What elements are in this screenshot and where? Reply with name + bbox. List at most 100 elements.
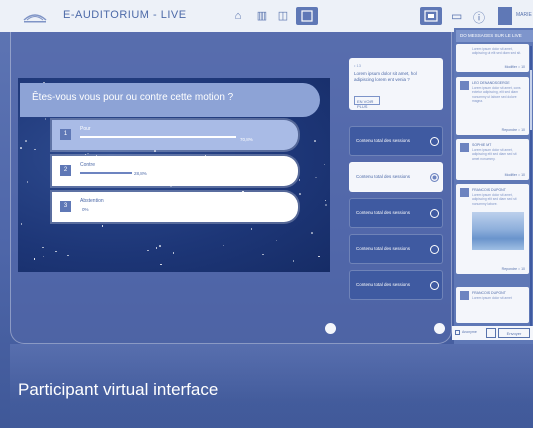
result-bar [80,136,236,138]
user-name[interactable]: MARIE [516,12,532,18]
logo-icon [23,14,47,23]
radio-icon[interactable] [430,281,439,290]
topic-item[interactable]: Contenu total des sessions [349,234,443,264]
topic-label: Contenu total des sessions [356,246,411,251]
message-actions[interactable]: Repondre ○ 10 [502,128,525,132]
chat-message: Lorem ipsum dolor sit amet, adipiscing u… [456,44,529,72]
topic-label: Contenu total des sessions [356,210,411,215]
message-actions[interactable]: Modifier ○ 10 [505,173,525,177]
avatar[interactable] [498,7,512,25]
topic-item[interactable]: Contenu total des sessions [349,198,443,228]
option-label: Contre [80,162,96,168]
star-decoration [311,232,313,234]
star-decoration [33,258,36,260]
attach-button[interactable] [486,328,496,338]
grid-icon[interactable]: ▥ [255,10,269,22]
radio-icon[interactable] [430,137,439,146]
message-author: LEO DENANDSGERGE [472,81,510,85]
topic-label: Contenu total des sessions [356,174,411,179]
result-bar [80,172,132,174]
radio-icon[interactable] [430,245,439,254]
message-text: Lorem ipsum dolor sit amet, adipiscing e… [472,148,517,161]
star-decoration [25,140,27,142]
message-image[interactable] [472,212,524,250]
star-decoration [159,245,161,247]
message-text: Lorem ipsum dolor sit amet, adipiscing e… [472,193,517,206]
option-label: Pour [80,126,91,132]
chat-header: DO MESSAGES SUR LE LIVE [456,30,533,42]
result-percent: 70,8% [240,137,253,142]
see-more-button[interactable]: EN VOIR PLUS [354,96,380,109]
question-text: Êtes-vous vous pour ou contre cette moti… [32,92,234,103]
star-decoration [324,199,327,202]
radio-icon[interactable] [430,209,439,218]
star-decoration [323,163,326,166]
star-decoration [67,254,69,257]
layout-icon [424,10,438,22]
screen-icon [301,10,313,22]
option-number: 1 [60,129,71,140]
star-decoration [155,247,158,249]
topic-label: Contenu total des sessions [356,282,411,287]
star-decoration [299,193,301,195]
record-icon[interactable] [325,323,336,334]
avatar [460,143,469,152]
topic-item[interactable]: Contenu total des sessions [349,270,443,300]
option-number: 2 [60,165,71,176]
help-icon[interactable]: ⓘ [473,9,485,26]
vote-option-2[interactable]: 2 Contre 28,8% [52,156,298,186]
star-decoration [292,260,295,262]
layout-button[interactable] [420,7,442,25]
message-author: SOPHIE MT [472,143,492,147]
screen-view-button[interactable] [296,7,318,25]
home-icon[interactable]: ⌂ [231,10,245,22]
topic-item[interactable]: Contenu total des sessions [349,126,443,156]
avatar [460,81,469,90]
star-decoration [20,147,22,149]
app-title: E-AUDITORIUM - LIVE [63,9,187,21]
fullscreen-icon[interactable] [434,323,445,334]
star-decoration [250,228,253,230]
topic-item[interactable]: Contenu total des sessions [349,162,443,192]
question-banner: Êtes-vous vous pour ou contre cette moti… [20,83,320,117]
star-decoration [55,250,57,253]
topic-label: Contenu total des sessions [356,138,411,143]
chat-message: LEO DENANDSGERGE Lorem ipsum dolor sit a… [456,77,529,135]
info-card: • 13 Lorem ipsum dolor sit amet, hol adi… [349,58,443,110]
star-decoration [222,244,225,247]
result-percent: 0% [82,207,89,212]
star-decoration [101,225,104,227]
star-decoration [298,179,301,181]
message-text: Lorem ipsum dolor sit amet, cons ectetur… [472,86,521,103]
star-decoration [262,253,264,256]
chat-message: SOPHIE MT Lorem ipsum dolor sit amet, ad… [456,139,529,180]
chat-input-row: Anonyme Envoyer [452,326,533,340]
star-decoration [325,204,327,206]
star-decoration [318,255,320,258]
chart-icon[interactable]: ◫ [276,10,290,22]
star-decoration [87,152,89,155]
option-number: 3 [60,201,71,212]
message-actions[interactable]: Repondre ○ 10 [502,267,525,271]
option-label: Abstention [80,198,104,204]
radio-icon[interactable] [430,173,439,182]
scrollbar-thumb[interactable] [530,70,532,130]
caption: Participant virtual interface [18,380,219,399]
star-decoration [315,176,317,179]
vote-option-3[interactable]: 3 Abstention 0% [52,192,298,222]
message-author: FRANCOIS DUPONT [472,188,506,192]
star-decoration [154,150,156,152]
result-percent: 28,8% [134,171,147,176]
star-decoration [20,223,23,225]
anonymous-checkbox[interactable] [455,330,460,335]
star-decoration [160,263,162,266]
message-text: Lorem ipsum dolor sit amet [472,296,512,300]
chat-message: FRANCOIS DUPONT Lorem ipsum dolor sit am… [456,287,529,323]
vote-option-1[interactable]: 1 Pour 70,8% [52,120,298,150]
send-button[interactable]: Envoyer [498,328,530,338]
chat-icon[interactable]: ▭ [451,9,462,23]
info-text: Lorem ipsum dolor sit amet, hol adipisci… [354,71,417,82]
star-decoration [147,249,149,252]
message-actions[interactable]: Modifier ○ 10 [505,65,525,69]
star-decoration [26,181,29,183]
